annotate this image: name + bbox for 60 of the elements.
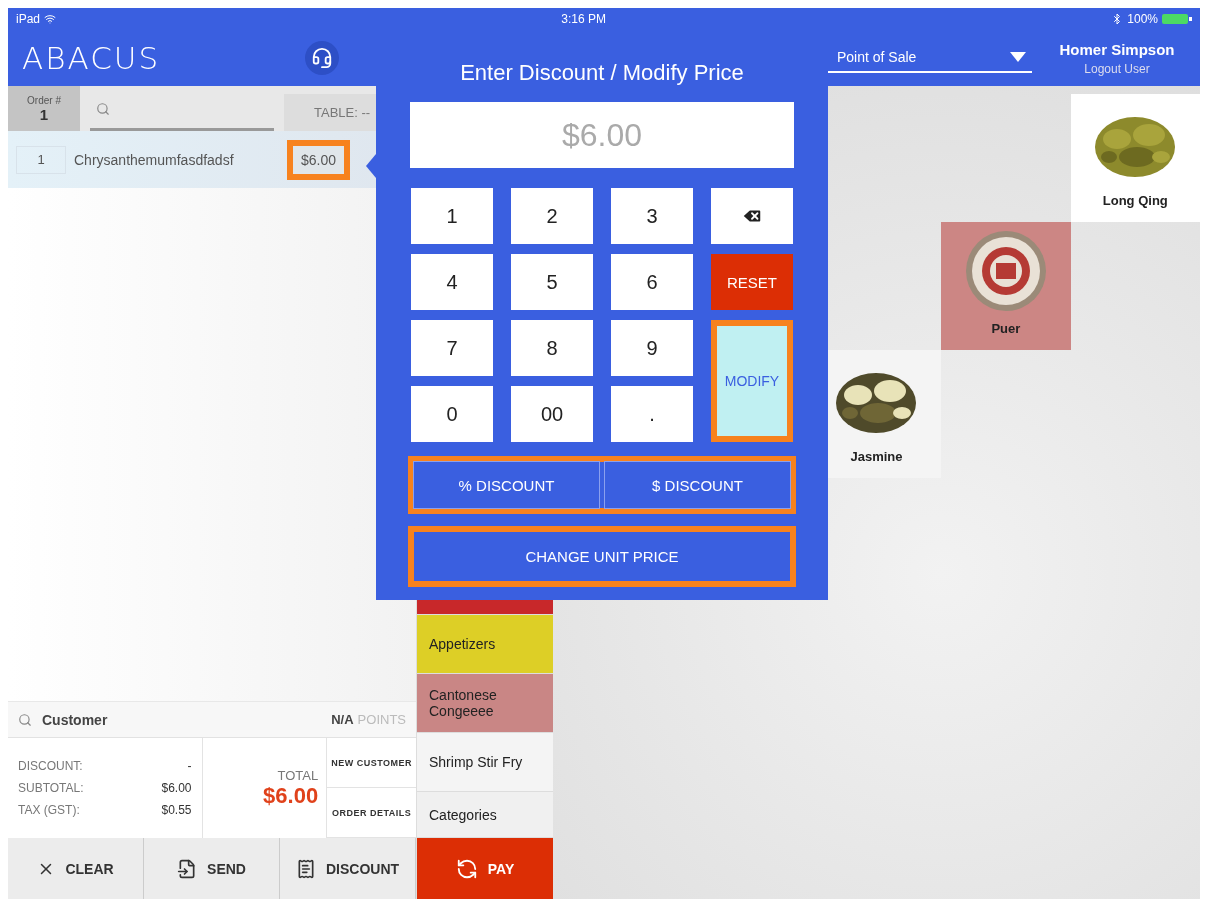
- modify-key[interactable]: MODIFY: [711, 320, 793, 442]
- points-label: POINTS: [357, 712, 406, 727]
- logout-link[interactable]: Logout User: [1084, 61, 1150, 76]
- receipt-icon: [295, 858, 316, 879]
- change-price-button[interactable]: CHANGE UNIT PRICE: [408, 526, 796, 587]
- headset-icon[interactable]: [305, 41, 340, 75]
- keypad-key[interactable]: 6: [611, 254, 693, 310]
- popover-title: Enter Discount / Modify Price: [460, 60, 744, 86]
- total-value: $0.55: [161, 803, 192, 817]
- user-name: Homer Simpson: [1059, 40, 1175, 58]
- points-value: N/A: [331, 712, 354, 727]
- item-name: Chrysanthemumfasdfadsf: [74, 151, 235, 168]
- item-price[interactable]: $6.00: [287, 139, 351, 180]
- send-button[interactable]: SEND: [144, 838, 280, 899]
- keypad-key[interactable]: .: [611, 386, 693, 442]
- price-field[interactable]: $6.00: [410, 102, 794, 168]
- customer-field[interactable]: Customer: [42, 711, 322, 728]
- battery-icon: [1162, 13, 1192, 25]
- total-value: -: [187, 759, 192, 773]
- clock: 3:16 PM: [561, 12, 606, 26]
- keypad-key[interactable]: 00: [511, 386, 593, 442]
- keypad-key[interactable]: 2: [511, 188, 593, 244]
- clear-button[interactable]: CLEAR: [8, 838, 144, 899]
- category-tile[interactable]: Cantonese Congeeee: [417, 674, 553, 733]
- category-tile[interactable]: Appetizers: [417, 615, 553, 674]
- pay-button[interactable]: PAY: [417, 838, 553, 899]
- search-icon: [96, 102, 110, 116]
- keypad-key[interactable]: 4: [411, 254, 493, 310]
- discount-button[interactable]: $ DISCOUNT: [605, 462, 790, 508]
- wifi-icon: [44, 13, 57, 25]
- total-label: SUBTOTAL:: [18, 781, 84, 795]
- keypad-key[interactable]: 8: [511, 320, 593, 376]
- keypad-key[interactable]: 0: [411, 386, 493, 442]
- caret-icon: [1010, 52, 1026, 62]
- keypad-key[interactable]: 5: [511, 254, 593, 310]
- discount-button[interactable]: DISCOUNT: [280, 838, 416, 899]
- total-label: TOTAL: [277, 767, 319, 783]
- category-tile[interactable]: Categories: [417, 792, 553, 838]
- keypad-key[interactable]: 9: [611, 320, 693, 376]
- total-value: $6.00: [161, 781, 192, 795]
- battery-percent: 100%: [1127, 12, 1158, 26]
- total-amount: $6.00: [263, 782, 319, 809]
- order-number: Order # 1: [8, 86, 80, 131]
- product-tile[interactable]: Long Qing: [1070, 94, 1200, 222]
- keypad-key[interactable]: 1: [411, 188, 493, 244]
- keypad-key[interactable]: 7: [411, 320, 493, 376]
- backspace-key[interactable]: [711, 188, 793, 244]
- quantity-field[interactable]: 1: [16, 145, 66, 174]
- total-label: DISCOUNT:: [18, 759, 83, 773]
- keypad-key[interactable]: 3: [611, 188, 693, 244]
- send-icon: [177, 858, 198, 879]
- product-tile[interactable]: Puer: [941, 222, 1071, 350]
- app-logo: ABACUS: [22, 40, 161, 76]
- pay-icon: [455, 857, 478, 880]
- search-icon: [18, 712, 32, 727]
- category-tile[interactable]: Shrimp Stir Fry: [417, 733, 553, 792]
- discount-button[interactable]: % DISCOUNT: [414, 462, 599, 508]
- reset-key[interactable]: RESET: [711, 254, 793, 310]
- total-label: TAX (GST):: [18, 803, 80, 817]
- device-name: iPad: [16, 12, 41, 26]
